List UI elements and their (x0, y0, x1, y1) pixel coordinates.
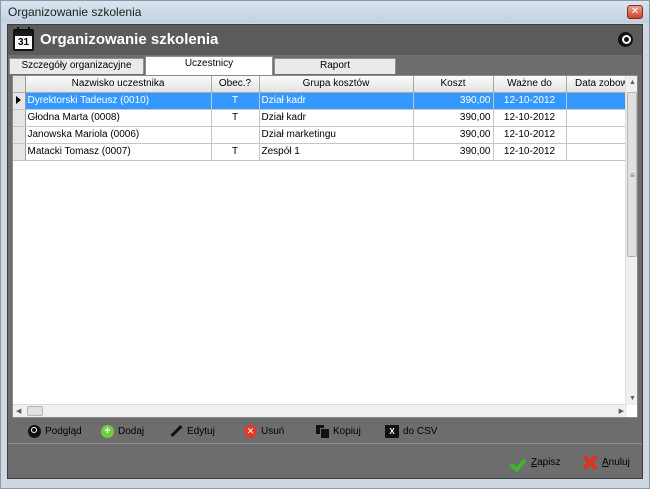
cancel-button[interactable]: Anuluj (582, 454, 630, 470)
cell-valid[interactable]: 12-10-2012 (493, 109, 567, 127)
add-button[interactable]: + Dodaj (101, 423, 144, 439)
export-csv-label: do CSV (403, 425, 438, 437)
calendar-icon: 31 (13, 27, 34, 51)
delete-icon: ✕ (244, 424, 257, 438)
cell-name[interactable]: Dyrektorski Tadeusz (0010) (25, 92, 212, 110)
horizontal-scroll-thumb[interactable] (27, 406, 43, 416)
preview-label: Podgląd (45, 425, 82, 437)
preview-button[interactable]: Podgląd (28, 423, 82, 439)
tab-bar: Szczegóły organizacyjne Uczestnicy Rapor… (9, 56, 641, 75)
close-icon: ✕ (630, 6, 640, 17)
content-panel: 31 Organizowanie szkolenia Szczegóły org… (7, 24, 643, 479)
column-header-cost[interactable]: Koszt (413, 76, 494, 93)
column-header-valid[interactable]: Ważne do (493, 76, 567, 93)
zoom-icon (28, 424, 41, 438)
plus-icon: + (101, 424, 114, 438)
dialog-header: 31 Organizowanie szkolenia (8, 25, 642, 55)
cell-name[interactable]: Janowska Mariola (0006) (25, 126, 212, 144)
close-button[interactable]: ✕ (627, 5, 643, 19)
cell-cost[interactable]: 390,00 (413, 143, 494, 161)
cell-valid[interactable]: 12-10-2012 (493, 126, 567, 144)
tab-raport[interactable]: Raport (274, 58, 396, 74)
scroll-left-icon[interactable]: ◀ (16, 407, 21, 415)
scroll-up-icon[interactable]: ▲ (629, 79, 636, 86)
row-indicator (13, 126, 26, 144)
cell-present[interactable]: T (211, 109, 260, 127)
column-header-name[interactable]: Nazwisko uczestnika (25, 76, 212, 93)
calendar-day: 31 (15, 36, 32, 49)
scroll-right-icon[interactable]: ▶ (619, 407, 624, 415)
cancel-label: Anuluj (602, 456, 630, 468)
table-header-row: Nazwisko uczestnika Obec.? Grupa kosztów… (13, 76, 637, 93)
excel-icon: X (385, 424, 399, 438)
row-pointer-icon (16, 96, 22, 105)
table-row[interactable]: Głodna Marta (0008) T Dział kadr 390,00 … (13, 109, 637, 127)
table-row[interactable]: Janowska Mariola (0006) Dział marketingu… (13, 126, 637, 144)
tab-uczestnicy[interactable]: Uczestnicy (145, 56, 273, 75)
current-row-indicator (13, 92, 26, 110)
window-title: Organizowanie szkolenia (8, 5, 142, 19)
grip-icon: ≡ (630, 171, 635, 180)
save-label: Zapisz (531, 456, 561, 468)
participants-table: Nazwisko uczestnika Obec.? Grupa kosztów… (13, 76, 637, 161)
cell-group[interactable]: Dział kadr (259, 109, 414, 127)
delete-button[interactable]: ✕ Usuń (244, 423, 284, 439)
cell-present[interactable] (211, 126, 260, 144)
title-bar: Organizowanie szkolenia ✕ (1, 1, 649, 23)
dialog-footer: Zapisz Anuluj (8, 443, 642, 478)
cell-name[interactable]: Matacki Tomasz (0007) (25, 143, 212, 161)
row-indicator (13, 109, 26, 127)
search-icon[interactable] (618, 32, 633, 47)
cell-present[interactable]: T (211, 143, 260, 161)
pencil-icon (170, 425, 183, 438)
horizontal-scrollbar[interactable]: ◀ ▶ (13, 404, 627, 417)
edit-label: Edytuj (187, 425, 215, 437)
vertical-scroll-thumb[interactable]: ≡ (627, 92, 637, 257)
tab-szczegoly[interactable]: Szczegóły organizacyjne (9, 58, 144, 74)
delete-label: Usuń (261, 425, 285, 437)
save-button[interactable]: Zapisz (511, 454, 560, 470)
edit-button[interactable]: Edytuj (170, 423, 215, 439)
cell-valid[interactable]: 12-10-2012 (493, 92, 567, 110)
cell-cost[interactable]: 390,00 (413, 126, 494, 144)
cell-valid[interactable]: 12-10-2012 (493, 143, 567, 161)
participants-grid[interactable]: Nazwisko uczestnika Obec.? Grupa kosztów… (12, 75, 638, 418)
page-title: Organizowanie szkolenia (40, 31, 219, 48)
table-row[interactable]: Dyrektorski Tadeusz (0010) T Dział kadr … (13, 92, 637, 110)
cell-group[interactable]: Dział marketingu (259, 126, 414, 144)
column-header-group[interactable]: Grupa kosztów (259, 76, 414, 93)
copy-button[interactable]: Kopiuj (316, 423, 361, 439)
cell-name[interactable]: Głodna Marta (0008) (25, 109, 212, 127)
column-header-present[interactable]: Obec.? (211, 76, 260, 93)
cell-cost[interactable]: 390,00 (413, 92, 494, 110)
scroll-down-icon[interactable]: ▼ (629, 395, 636, 402)
grid-toolbar: Podgląd + Dodaj Edytuj ✕ Usuń Kopiuj X d… (8, 421, 642, 441)
cell-present[interactable]: T (211, 92, 260, 110)
cell-cost[interactable]: 390,00 (413, 109, 494, 127)
copy-icon (316, 424, 330, 439)
vertical-scrollbar[interactable]: ▲ ≡ ▼ (625, 76, 637, 405)
export-csv-button[interactable]: X do CSV (385, 423, 437, 439)
row-indicator-header (13, 76, 26, 93)
table-row[interactable]: Matacki Tomasz (0007) T Zespół 1 390,00 … (13, 143, 637, 161)
main-window: Organizowanie szkolenia ✕ 31 Organizowan… (0, 0, 650, 489)
copy-label: Kopiuj (333, 425, 361, 437)
cross-icon (582, 455, 597, 470)
row-indicator (13, 143, 26, 161)
cell-group[interactable]: Dział kadr (259, 92, 414, 110)
add-label: Dodaj (118, 425, 145, 437)
cell-group[interactable]: Zespół 1 (259, 143, 414, 161)
checkmark-icon (511, 455, 526, 469)
